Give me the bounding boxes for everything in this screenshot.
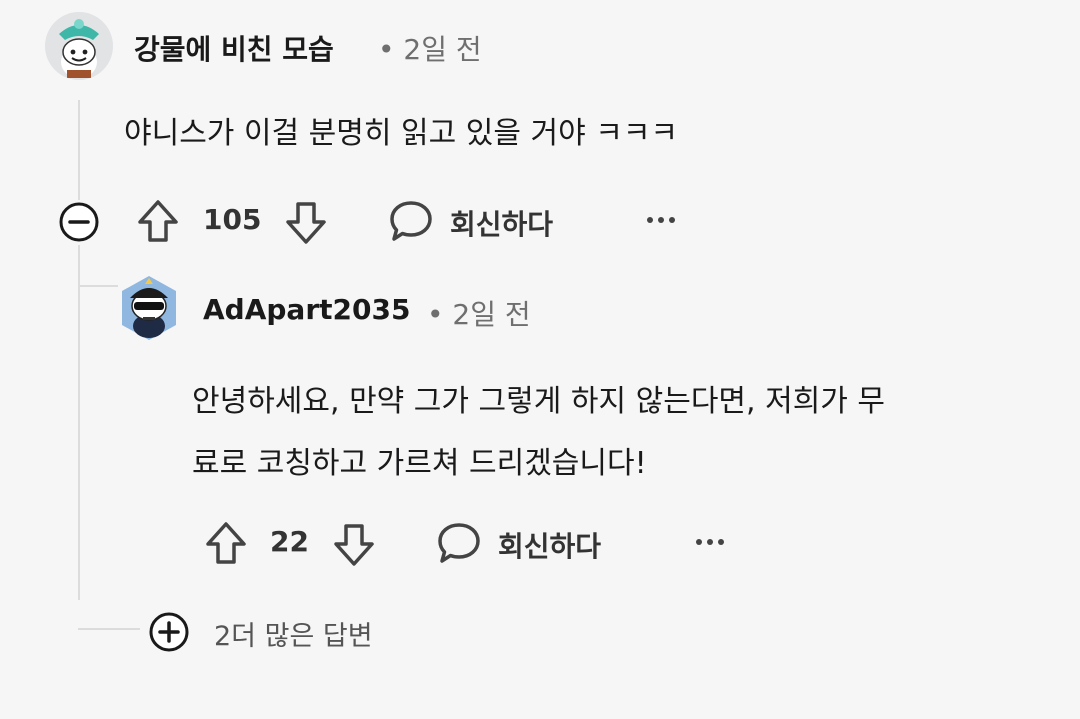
more-dots-icon[interactable] xyxy=(645,212,677,228)
upvote-arrow-icon[interactable] xyxy=(204,520,248,566)
comment-body: 야니스가 이걸 분명히 읽고 있을 거야 ㅋㅋㅋ xyxy=(124,116,679,151)
collapse-minus-icon[interactable] xyxy=(57,200,101,244)
thread-line-main-lower xyxy=(78,245,80,600)
comment-timestamp: • 2일 전 xyxy=(427,293,531,333)
timestamp-text: 2일 전 xyxy=(403,33,482,66)
comment-author[interactable]: 강물에 비친 모습 xyxy=(134,28,334,68)
comment-author[interactable]: AdApart2035 xyxy=(203,293,410,326)
comment-body: 안녕하세요, 만약 그가 그렇게 하지 않는다면, 저희가 무 료로 코칭하고 … xyxy=(192,371,885,495)
speech-bubble-icon[interactable] xyxy=(436,520,482,566)
snoo-avatar-icon xyxy=(45,12,113,80)
snoo-avatar-icon xyxy=(122,276,176,340)
reply-button[interactable]: 회신하다 xyxy=(498,525,601,565)
reply-button[interactable]: 회신하다 xyxy=(450,203,553,243)
speech-bubble-icon[interactable] xyxy=(388,198,434,244)
vote-count: 105 xyxy=(203,203,262,236)
separator-dot: • xyxy=(378,33,395,66)
upvote-arrow-icon[interactable] xyxy=(136,198,180,244)
more-dots-icon[interactable] xyxy=(694,534,726,550)
downvote-arrow-icon[interactable] xyxy=(332,522,376,568)
comment-timestamp: • 2일 전 xyxy=(378,28,482,68)
timestamp-text: 2일 전 xyxy=(452,298,531,331)
comment-body-line: 료로 코칭하고 가르쳐 드리겠습니다! xyxy=(192,446,647,481)
thread-line-main xyxy=(78,100,80,200)
more-replies-link[interactable]: 2더 많은 답변 xyxy=(214,614,373,653)
thread-branch-more xyxy=(78,628,140,630)
separator-dot: • xyxy=(427,298,444,331)
downvote-arrow-icon[interactable] xyxy=(284,200,328,246)
vote-count: 22 xyxy=(270,525,309,558)
comment-body-line: 안녕하세요, 만약 그가 그렇게 하지 않는다면, 저희가 무 xyxy=(192,384,886,419)
avatar[interactable] xyxy=(45,12,113,80)
avatar[interactable] xyxy=(118,274,180,342)
thread-branch-reply xyxy=(78,285,118,287)
expand-plus-icon[interactable] xyxy=(147,610,191,654)
